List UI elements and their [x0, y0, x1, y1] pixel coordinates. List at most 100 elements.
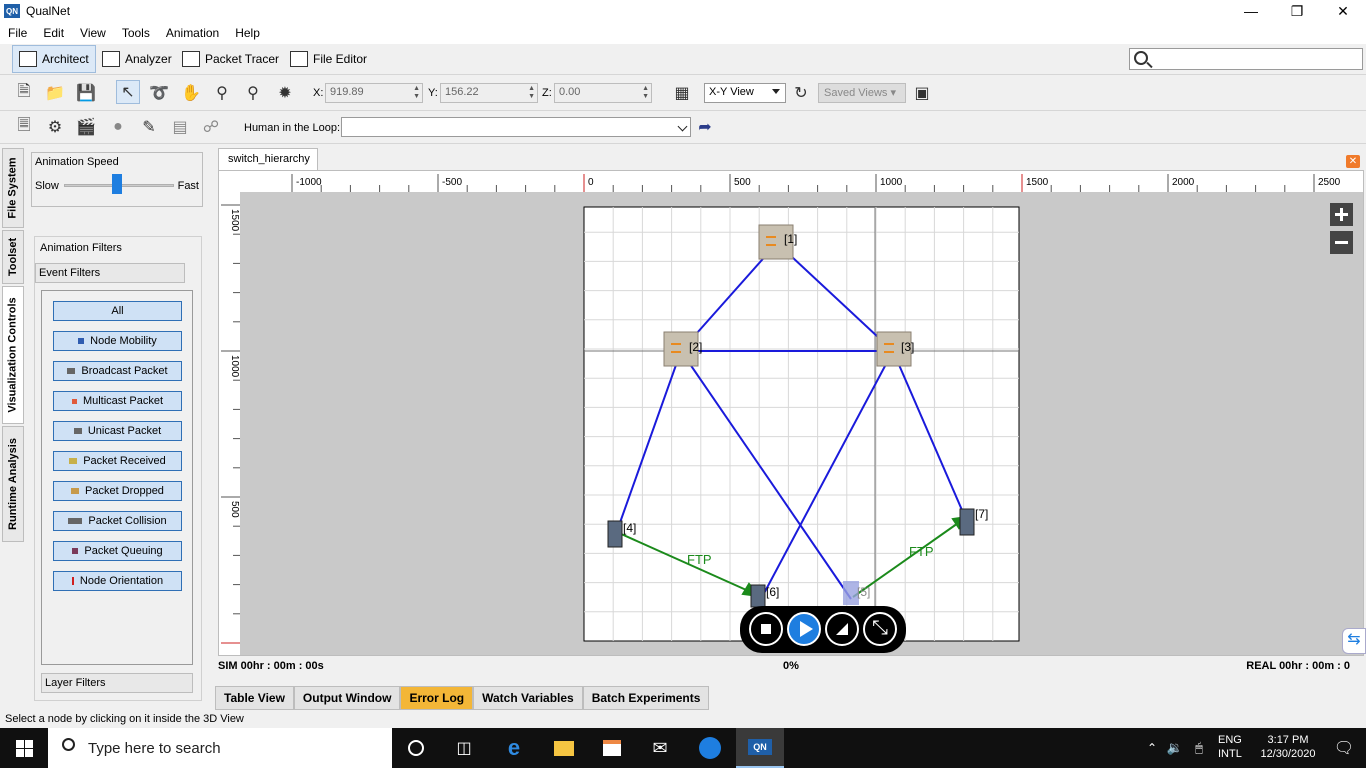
filter-node-mobility-button[interactable]: Node Mobility	[53, 331, 182, 351]
tab-runtime-analysis[interactable]: Runtime Analysis	[2, 426, 24, 542]
stop-button[interactable]	[749, 612, 783, 646]
tab-table-view[interactable]: Table View	[215, 686, 294, 710]
language-indicator[interactable]: ENG INTL	[1218, 733, 1242, 761]
tab-watch-variables[interactable]: Watch Variables	[473, 686, 583, 710]
scenario-properties-icon[interactable]: 🗏	[12, 115, 36, 139]
tab-file-editor-label: File Editor	[313, 52, 368, 66]
menu-tools[interactable]: Tools	[114, 26, 158, 40]
chevron-up-icon[interactable]: ⌃	[1140, 728, 1164, 768]
minimize-button[interactable]: —	[1228, 0, 1274, 22]
mail-icon[interactable]: ✉	[636, 728, 684, 768]
saved-views-select[interactable]: Saved Views ▾	[818, 83, 906, 103]
z-coordinate-field[interactable]: 0.00 ▲ ▼	[554, 83, 652, 103]
hitl-send-icon[interactable]: ➦	[693, 115, 717, 139]
event-filters-tab[interactable]: Event Filters	[35, 263, 185, 283]
save-icon[interactable]: 💾	[74, 81, 98, 105]
tab-analyzer[interactable]: Analyzer	[96, 45, 178, 73]
y-coordinate-field[interactable]: 156.22 ▲ ▼	[440, 83, 538, 103]
qualnet-taskbar-icon[interactable]: QN	[736, 728, 784, 768]
filter-packet-received-button[interactable]: Packet Received	[53, 451, 182, 471]
menu-edit[interactable]: Edit	[35, 26, 72, 40]
file-explorer-icon[interactable]	[540, 728, 588, 768]
fullscreen-button[interactable]: ⤡	[863, 612, 897, 646]
spinner-icon[interactable]: ▲ ▼	[528, 85, 535, 101]
menu-file[interactable]: File	[0, 26, 35, 40]
menu-help[interactable]: Help	[227, 26, 268, 40]
new-scenario-icon[interactable]: 🗎	[12, 81, 36, 105]
x-coordinate-field[interactable]: 919.89 ▲ ▼	[325, 83, 423, 103]
pan-hand-icon[interactable]: ✋	[179, 81, 203, 105]
teamviewer-widget-icon[interactable]: ⇆	[1342, 628, 1366, 654]
edit-icon[interactable]: ✎	[137, 115, 161, 139]
zoom-fit-icon[interactable]: ⚲	[241, 81, 265, 105]
tab-packet-tracer[interactable]: Packet Tracer	[176, 45, 285, 73]
tab-switch-hierarchy[interactable]: switch_hierarchy	[218, 148, 318, 170]
filter-broadcast-button[interactable]: Broadcast Packet	[53, 361, 182, 381]
z-label: Z:	[542, 87, 552, 99]
close-icon[interactable]: ✕	[1346, 155, 1360, 168]
step-button[interactable]	[825, 612, 859, 646]
zoom-out-button[interactable]	[1330, 231, 1353, 254]
x-ruler-label: -500	[442, 177, 462, 188]
zoom-in-button[interactable]	[1330, 203, 1353, 226]
scenario-canvas[interactable]: -1000 -500 0 500 1000 1500 2000 2500 1500 1000 50…	[218, 170, 1364, 656]
volume-icon[interactable]: 🔉	[1164, 728, 1186, 768]
filter-all-button[interactable]: All	[53, 301, 182, 321]
edge-browser-icon[interactable]: e	[490, 728, 538, 768]
menu-view[interactable]: View	[72, 26, 114, 40]
split-view-icon[interactable]: ▣	[910, 81, 934, 105]
hitl-command-input[interactable]	[341, 117, 691, 137]
global-search-input[interactable]	[1129, 48, 1363, 70]
reset-view-icon[interactable]: ↻	[789, 81, 813, 105]
tab-file-editor[interactable]: File Editor	[284, 45, 373, 73]
tab-architect[interactable]: Architect	[12, 45, 96, 73]
tab-file-system[interactable]: File System	[2, 148, 24, 228]
record-icon[interactable]: ●	[106, 115, 130, 139]
filter-packet-queuing-button[interactable]: Packet Queuing	[53, 541, 182, 561]
open-folder-icon[interactable]: 📁	[43, 81, 67, 105]
start-button[interactable]	[0, 728, 48, 768]
tab-batch-experiments[interactable]: Batch Experiments	[582, 686, 710, 710]
maximize-button[interactable]: ❐	[1274, 0, 1320, 22]
layer-filters-tab[interactable]: Layer Filters	[41, 673, 193, 693]
tab-error-log[interactable]: Error Log	[400, 686, 474, 710]
taskbar-clock[interactable]: 3:17 PM 12/30/2020	[1258, 733, 1318, 761]
zoom-icon[interactable]: ⚲	[210, 81, 234, 105]
gear-icon[interactable]: ⚙	[43, 115, 67, 139]
tab-visualization-controls[interactable]: Visualization Controls	[2, 286, 24, 424]
filter-packet-dropped-button[interactable]: Packet Dropped	[53, 481, 182, 501]
network-icon[interactable]: 🖱	[1188, 728, 1210, 768]
tab-output-window[interactable]: Output Window	[293, 686, 401, 710]
chevron-down-icon[interactable]	[677, 121, 688, 132]
packet-tracer-icon	[182, 51, 200, 67]
menu-animation[interactable]: Animation	[158, 26, 227, 40]
rotate-3d-icon[interactable]: ✹	[273, 81, 297, 105]
filter-multicast-button[interactable]: Multicast Packet	[53, 391, 182, 411]
spinner-icon[interactable]: ▲ ▼	[642, 85, 649, 101]
spinner-icon[interactable]: ▲ ▼	[413, 85, 420, 101]
link-icon[interactable]: ☍	[199, 115, 223, 139]
close-window-button[interactable]: ✕	[1320, 0, 1366, 22]
lasso-icon[interactable]: ➰	[147, 81, 171, 105]
filter-unicast-button[interactable]: Unicast Packet	[53, 421, 182, 441]
switch-node-3[interactable]: [3]	[876, 331, 914, 367]
window-title: QualNet	[26, 4, 71, 18]
teamviewer-icon[interactable]	[686, 728, 734, 768]
clapperboard-icon[interactable]: 🎬	[74, 115, 98, 139]
cortana-icon[interactable]	[392, 728, 440, 768]
tab-toolset[interactable]: Toolset	[2, 230, 24, 284]
notifications-icon[interactable]: 🗨	[1320, 728, 1366, 768]
task-view-icon[interactable]: ◫	[440, 728, 488, 768]
switch-node-1[interactable]: [1]	[758, 224, 797, 260]
filter-node-orientation-button[interactable]: Node Orientation	[53, 571, 182, 591]
animation-speed-thumb[interactable]	[112, 174, 122, 194]
grid-settings-icon[interactable]: ▦	[670, 81, 694, 105]
filter-packet-collision-button[interactable]: Packet Collision	[53, 511, 182, 531]
play-button[interactable]	[787, 612, 821, 646]
select-arrow-icon[interactable]: ↖	[116, 80, 140, 104]
store-icon[interactable]	[588, 728, 636, 768]
stats-icon[interactable]: ▤	[168, 115, 192, 139]
switch-node-2[interactable]: [2]	[663, 331, 702, 367]
view-select[interactable]: X-Y View	[704, 83, 786, 103]
taskbar-search-input[interactable]: Type here to search	[48, 728, 392, 768]
